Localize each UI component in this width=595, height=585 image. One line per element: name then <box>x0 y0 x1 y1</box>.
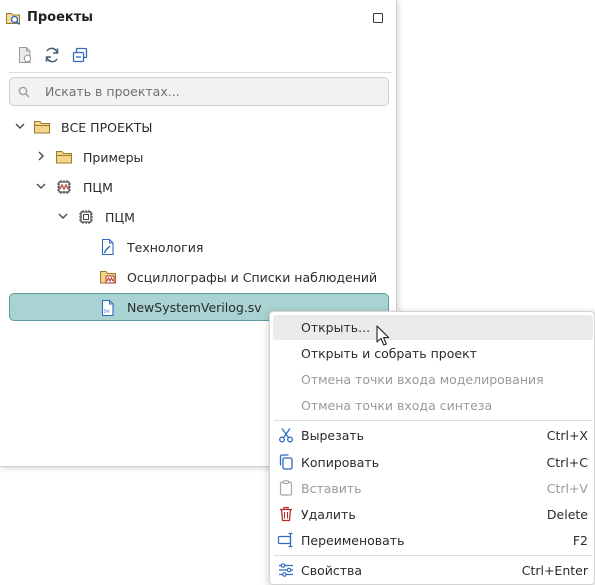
menu-item-label: Открыть и собрать проект <box>301 346 477 361</box>
menu-item-label: Переименовать <box>301 533 405 548</box>
menu-item-label: Вырезать <box>301 428 365 443</box>
menu-item-label: Свойства <box>301 563 363 578</box>
panel-title-bar: Проекты <box>0 0 396 36</box>
menu-separator <box>274 555 592 556</box>
technology-file-icon <box>101 238 114 256</box>
chip-waveform-icon <box>57 180 71 194</box>
menu-item-shortcut: Ctrl+C <box>546 455 588 470</box>
project-search-icon <box>6 13 21 26</box>
tree-item-all-projects[interactable]: ВСЕ ПРОЕКТЫ <box>0 112 396 142</box>
menu-item-open[interactable]: Открыть... <box>273 315 593 340</box>
tree-item-pcm-project[interactable]: ПЦМ <box>0 172 396 202</box>
chip-icon <box>79 210 93 224</box>
menu-item-label: Отмена точки входа моделирования <box>301 372 544 387</box>
menu-separator <box>274 420 592 421</box>
tree-item-label: ПЦМ <box>105 210 135 225</box>
search-box[interactable] <box>9 77 389 106</box>
menu-item-label: Отмена точки входа синтеза <box>301 398 493 413</box>
copy-icon <box>279 454 293 470</box>
tree-item-label: Технология <box>127 240 204 255</box>
chevron-down-icon[interactable] <box>57 210 69 222</box>
waveform-folder-icon <box>100 271 116 284</box>
properties-icon <box>279 563 293 577</box>
tree-item-examples[interactable]: Примеры <box>0 142 396 172</box>
svg-text:sv: sv <box>104 309 111 315</box>
new-file-icon[interactable] <box>16 46 34 64</box>
menu-item-label: Открыть... <box>301 320 371 335</box>
menu-item-rename[interactable]: Переименовать F2 <box>273 528 593 553</box>
menu-item-cancel-synth-entry: Отмена точки входа синтеза <box>273 393 593 418</box>
menu-item-label: Копировать <box>301 455 380 470</box>
menu-item-delete[interactable]: Удалить Delete <box>273 502 593 527</box>
chevron-down-icon[interactable] <box>14 120 26 132</box>
chevron-down-icon[interactable] <box>35 180 47 192</box>
panel-title: Проекты <box>27 10 94 25</box>
menu-item-cut[interactable]: Вырезать Ctrl+X <box>273 423 593 448</box>
refresh-icon[interactable] <box>43 46 61 64</box>
menu-item-cancel-sim-entry: Отмена точки входа моделирования <box>273 367 593 392</box>
search-input[interactable] <box>45 81 380 102</box>
trash-icon <box>280 506 292 522</box>
menu-item-open-and-build[interactable]: Открыть и собрать проект <box>273 341 593 366</box>
scissors-icon <box>279 428 293 443</box>
tree-item-label: Осциллографы и Списки наблюдений <box>127 270 378 285</box>
sv-file-icon: sv <box>101 299 114 317</box>
search-icon <box>18 86 30 98</box>
tree-item-label: Примеры <box>83 150 144 165</box>
tree-item-label: ПЦМ <box>83 180 113 195</box>
menu-item-shortcut: Delete <box>546 507 588 522</box>
menu-item-shortcut: Ctrl+V <box>546 481 588 496</box>
rename-icon <box>277 532 293 548</box>
mouse-cursor-icon <box>376 325 390 346</box>
collapse-all-icon[interactable] <box>71 46 89 64</box>
toolbar-separator <box>9 72 392 73</box>
tree-item-label: ВСЕ ПРОЕКТЫ <box>61 120 153 135</box>
paste-icon <box>279 480 293 496</box>
tree-item-pcm-module[interactable]: ПЦМ <box>0 202 396 232</box>
menu-item-shortcut: Ctrl+X <box>546 428 588 443</box>
chevron-right-icon[interactable] <box>35 150 47 162</box>
tree-item-technology[interactable]: Технология <box>0 232 396 262</box>
tree-item-label: NewSystemVerilog.sv <box>127 300 262 315</box>
folder-icon <box>56 151 72 164</box>
maximize-button[interactable] <box>373 13 383 23</box>
context-menu: Открыть... Открыть и собрать проект Отме… <box>269 311 595 585</box>
menu-item-label: Вставить <box>301 481 362 496</box>
menu-item-shortcut: Ctrl+Enter <box>521 563 588 578</box>
menu-item-properties[interactable]: Свойства Ctrl+Enter <box>273 558 593 583</box>
menu-item-shortcut: F2 <box>572 533 588 548</box>
menu-item-paste: Вставить Ctrl+V <box>273 476 593 501</box>
folder-icon <box>34 121 50 134</box>
menu-item-copy[interactable]: Копировать Ctrl+C <box>273 450 593 475</box>
menu-item-label: Удалить <box>301 507 356 522</box>
tree-item-waveforms[interactable]: Осциллографы и Списки наблюдений <box>0 262 396 292</box>
